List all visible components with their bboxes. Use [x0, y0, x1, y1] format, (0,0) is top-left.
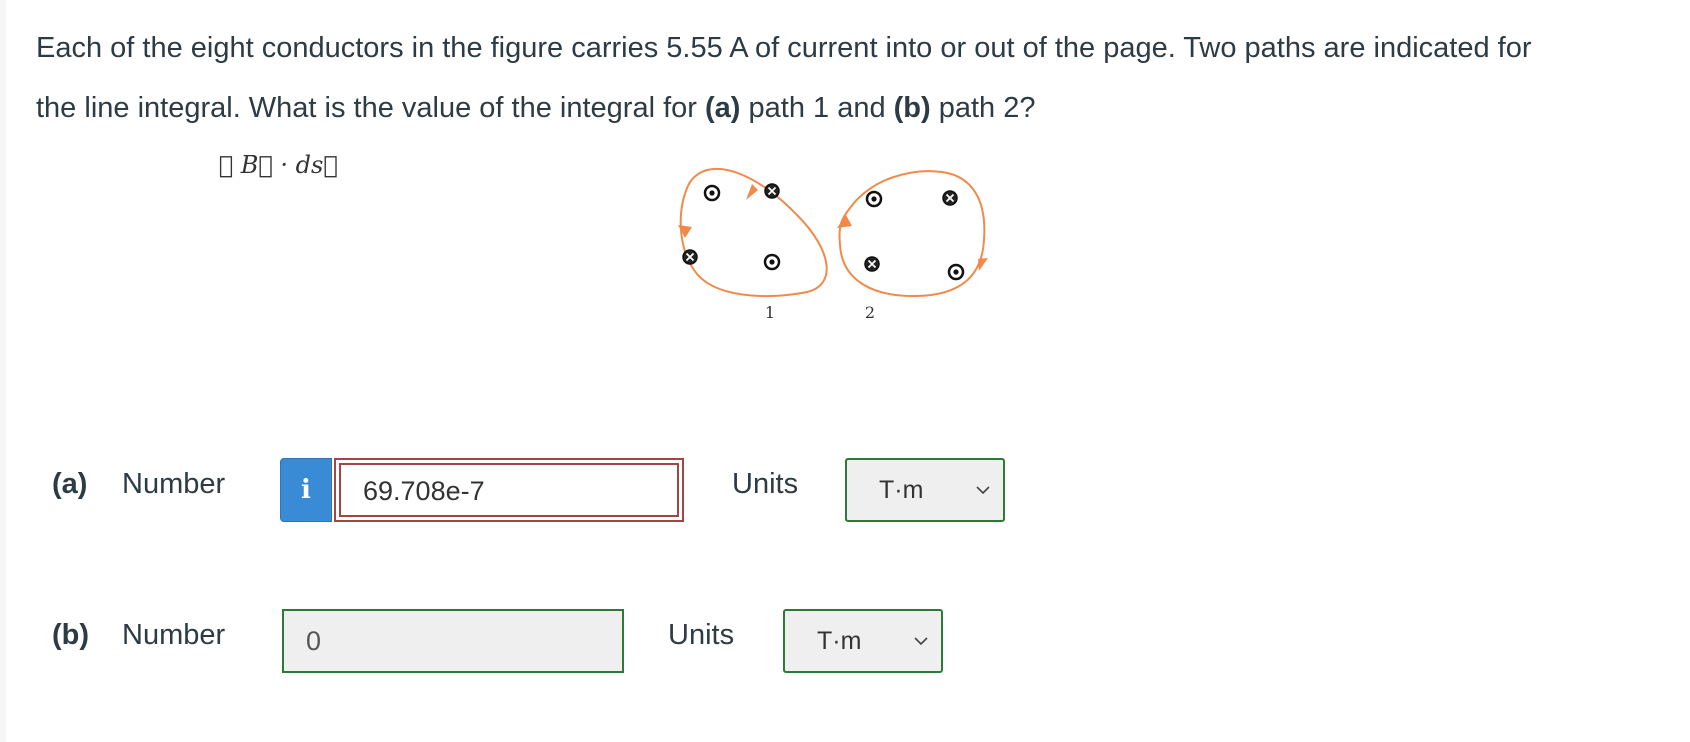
left-rule: [0, 0, 6, 742]
conductor-1-out: [703, 184, 721, 202]
chevron-down-icon: [976, 486, 990, 495]
answer-input-b[interactable]: 0: [282, 609, 624, 673]
units-label-a: Units: [732, 468, 799, 500]
path-2-label: 2: [865, 303, 875, 322]
number-label-a: Number: [122, 468, 226, 500]
units-select-a[interactable]: T·m: [845, 458, 1005, 522]
units-select-b[interactable]: T·m: [783, 609, 943, 673]
line-integral-expression: ∮ B⃗ · ds⃗: [218, 151, 338, 179]
answer-row-a: (a) Number i 69.708e-7 Units T·m: [52, 458, 1052, 522]
conductor-3-in: [682, 249, 698, 265]
question-page: Each of the eight conductors in the figu…: [0, 0, 1690, 742]
question-line-2-middle: . What is the value of the integral for: [232, 92, 705, 124]
question-line-1: Each of the eight conductors in the figu…: [36, 32, 1532, 64]
conductor-7-in: [864, 256, 880, 272]
number-label-b: Number: [122, 619, 226, 651]
part-a-reference: (a): [705, 92, 741, 124]
path-1-arrow-top: [746, 184, 758, 200]
answer-row-b: (b) Number 0 Units T·m: [52, 609, 1052, 673]
conductor-4-out: [763, 253, 781, 271]
question-text: Each of the eight conductors in the figu…: [36, 18, 1676, 177]
info-icon: i: [301, 475, 311, 505]
units-select-a-value: T·m: [879, 476, 924, 504]
answer-input-a-value[interactable]: 69.708e-7: [339, 463, 679, 517]
conductor-2-in: [764, 183, 780, 199]
question-line-2-end: path 2?: [930, 92, 1036, 124]
path-1-label: 1: [765, 303, 775, 322]
question-line-2-start: the line integral: [36, 92, 233, 124]
part-b-label: (b): [52, 619, 90, 651]
conductor-6-in: [942, 190, 958, 206]
question-line-2-mid: path 1 and: [740, 92, 894, 124]
answer-input-a[interactable]: 69.708e-7: [334, 458, 684, 522]
info-button[interactable]: i: [280, 458, 332, 522]
chevron-down-icon: [914, 637, 928, 646]
part-b-reference: (b): [893, 92, 931, 124]
conductor-8-out: [947, 263, 965, 281]
part-a-label: (a): [52, 468, 88, 500]
conductor-5-out: [865, 190, 883, 208]
units-label-b: Units: [668, 619, 735, 651]
path-1-arrow-left: [678, 225, 692, 238]
path-2-loop: [838, 170, 986, 298]
units-select-b-value: T·m: [817, 627, 862, 655]
path-2-arrow-right: [978, 258, 988, 271]
conductor-figure: 1 2: [678, 167, 988, 322]
question-line-2: the line integral ∮ B⃗ · ds⃗ . What is the…: [36, 78, 1676, 177]
